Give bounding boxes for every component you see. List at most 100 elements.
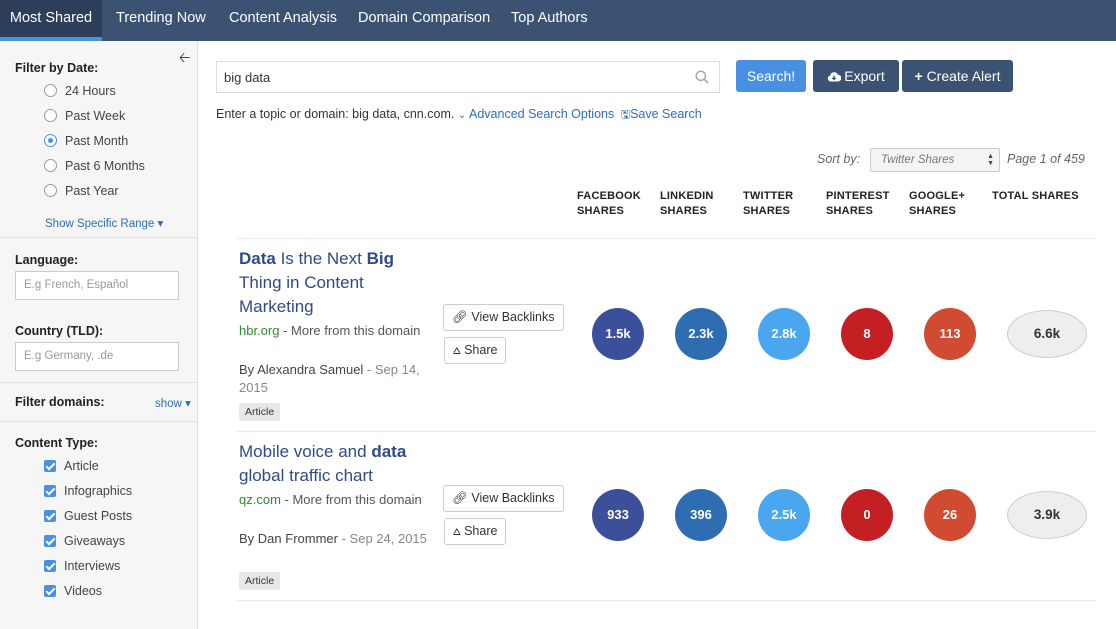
total-shares-badge: 6.6k [1007,310,1087,358]
collapse-arrow-icon[interactable]: 🡠 [179,47,190,71]
page-info: Page 1 of 459 [1007,152,1085,166]
googleplus-shares-badge: 26 [924,489,976,541]
top-nav: Most Shared Trending Now Content Analysi… [0,0,1116,41]
domain-link[interactable]: hbr.org [239,323,279,338]
facebook-shares-badge: 933 [592,489,644,541]
googleplus-shares-badge: 113 [924,308,976,360]
checkbox-videos[interactable]: Videos [44,584,102,602]
radio-circle-icon[interactable] [44,159,57,173]
sort-select[interactable]: Twitter Shares ▲ ▼ [870,148,1000,172]
tab-most-shared[interactable]: Most Shared [0,0,102,41]
share-button[interactable]: ⩟ Share [444,518,507,545]
save-search-link[interactable]: 🖫Save Search [621,107,702,121]
view-backlinks-button[interactable]: 🔗︎ View Backlinks [443,304,564,331]
search-icon[interactable] [695,70,709,84]
author-link[interactable]: Alexandra Samuel [257,362,363,377]
more-from-domain-link[interactable]: - More from this domain [279,323,420,338]
col-facebook: FACEBOOK SHARES [577,190,641,217]
row-divider [236,431,1096,432]
radio-24-hours[interactable]: 24 Hours [44,84,116,102]
link-icon: 🔗︎ [452,491,468,505]
checkbox-checked-icon[interactable] [44,509,56,522]
col-twitter: TWITTER SHARES [743,190,794,217]
result-source: qz.com - More from this domain [239,491,429,509]
advanced-search-link[interactable]: ⌄ Advanced Search Options [458,107,614,121]
search-button[interactable]: Search! [736,60,806,92]
tab-top-authors[interactable]: Top Authors [511,0,588,41]
pinterest-shares-badge: 0 [841,489,893,541]
sort-by-label: Sort by: [817,152,861,166]
checkbox-checked-icon[interactable] [44,559,56,572]
domain-link[interactable]: qz.com [239,492,281,507]
checkbox-checked-icon[interactable] [44,534,56,547]
result-byline: By Alexandra Samuel - Sep 14, 2015 [239,362,420,395]
divider [0,382,197,383]
search-box [216,61,720,93]
checkbox-article[interactable]: Article [44,459,99,477]
sidebar: 🡠 Filter by Date: 24 Hours Past Week Pas… [0,41,198,629]
create-alert-button[interactable]: + Create Alert [902,60,1013,92]
radio-past-year[interactable]: Past Year [44,184,119,202]
export-button[interactable]: Export [813,60,899,92]
radio-past-6-months[interactable]: Past 6 Months [44,159,145,177]
content-type-label: Content Type: [15,436,99,450]
linkedin-shares-badge: 2.3k [675,308,727,360]
radio-circle-icon[interactable] [44,184,57,198]
content-type-badge: Article [239,572,281,590]
divider [0,237,197,238]
col-total-shares: TOTAL SHARES [992,190,1079,202]
checkbox-giveaways[interactable]: Giveaways [44,534,125,552]
country-input[interactable]: E.g Germany, .de [15,342,179,371]
author-link[interactable]: Dan Frommer [258,531,338,546]
link-icon: 🔗︎ [452,310,468,324]
col-linkedin: LINKEDIN SHARES [660,190,714,217]
checkbox-checked-icon[interactable] [44,459,56,472]
tab-content-analysis[interactable]: Content Analysis [229,0,337,41]
share-button[interactable]: ⩟ Share [444,337,507,364]
radio-past-month[interactable]: Past Month [44,134,128,152]
twitter-shares-badge: 2.5k [758,489,810,541]
cloud-download-icon [828,72,842,82]
select-arrows-icon: ▲ ▼ [987,153,994,167]
col-googleplus: GOOGLE+ SHARES [909,190,966,217]
show-specific-range-link[interactable]: Show Specific Range ▾ [45,216,163,230]
plus-icon: + [914,68,923,84]
checkbox-checked-icon[interactable] [44,584,56,597]
result-title-link[interactable]: Mobile voice and data global traffic cha… [239,440,429,488]
tab-domain-comparison[interactable]: Domain Comparison [358,0,490,41]
share-icon: ⩟ [453,524,461,538]
facebook-shares-badge: 1.5k [592,308,644,360]
language-label: Language: [15,253,79,267]
caret-down-icon: ▾ [185,398,191,410]
filter-domains-show-link[interactable]: show ▾ [155,396,191,410]
result-title-link[interactable]: Data Is the Next Big Thing in Content Ma… [239,247,429,319]
share-icon: ⩟ [453,343,461,357]
result-byline: By Dan Frommer - Sep 24, 2015 [239,531,427,546]
radio-circle-icon[interactable] [44,84,57,98]
checkbox-guest-posts[interactable]: Guest Posts [44,509,132,527]
tab-trending-now[interactable]: Trending Now [116,0,206,41]
twitter-shares-badge: 2.8k [758,308,810,360]
radio-past-week[interactable]: Past Week [44,109,125,127]
view-backlinks-button[interactable]: 🔗︎ View Backlinks [443,485,564,512]
search-hint: Enter a topic or domain: big data, cnn.c… [216,107,702,121]
checkbox-checked-icon[interactable] [44,484,56,497]
pinterest-shares-badge: 8 [841,308,893,360]
divider [0,421,197,422]
radio-checked-icon[interactable] [44,134,57,148]
language-input[interactable]: E.g French, Español [15,271,179,300]
row-divider [236,238,1096,239]
radio-circle-icon[interactable] [44,109,57,123]
checkbox-infographics[interactable]: Infographics [44,484,132,502]
checkbox-interviews[interactable]: Interviews [44,559,120,577]
filter-date-label: Filter by Date: [15,61,99,75]
total-shares-badge: 3.9k [1007,491,1087,539]
country-label: Country (TLD): [15,324,104,338]
search-input[interactable] [217,62,687,92]
row-divider [236,600,1096,601]
content-type-badge: Article [239,403,281,421]
save-icon: 🖫 [620,109,631,121]
more-from-domain-link[interactable]: - More from this domain [281,492,422,507]
result-source: hbr.org - More from this domain [239,322,429,340]
linkedin-shares-badge: 396 [675,489,727,541]
